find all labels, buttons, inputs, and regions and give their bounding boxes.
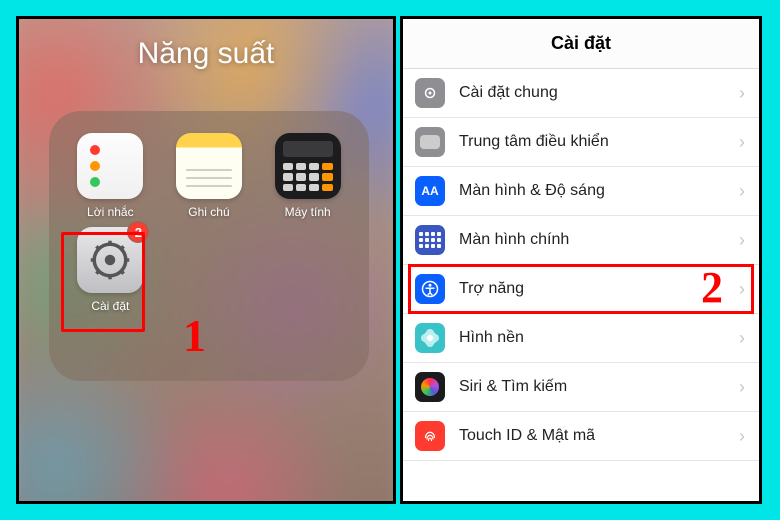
- chevron-right-icon: ›: [739, 377, 745, 398]
- chevron-right-icon: ›: [739, 328, 745, 349]
- settings-row-wallpaper[interactable]: Hình nền ›: [403, 314, 759, 363]
- chevron-right-icon: ›: [739, 279, 745, 300]
- settings-row-control-center[interactable]: Trung tâm điều khiển ›: [403, 118, 759, 167]
- folder-title: Năng suất: [19, 37, 393, 71]
- display-brightness-icon: AA: [415, 176, 445, 206]
- row-label: Trung tâm điều khiển: [459, 133, 739, 151]
- chevron-right-icon: ›: [739, 230, 745, 251]
- annotation-number-1: 1: [183, 309, 206, 362]
- homescreen-folder-panel: Năng suất Lời nhắc Ghi chú Máy: [16, 16, 396, 504]
- chevron-right-icon: ›: [739, 426, 745, 447]
- row-label: Siri & Tìm kiếm: [459, 378, 739, 396]
- touch-id-icon: [415, 421, 445, 451]
- wallpaper-icon: [415, 323, 445, 353]
- chevron-right-icon: ›: [739, 181, 745, 202]
- app-calculator[interactable]: Máy tính: [275, 133, 341, 219]
- home-screen-icon: [415, 225, 445, 255]
- settings-row-home-screen[interactable]: Màn hình chính ›: [403, 216, 759, 265]
- row-label: Hình nền: [459, 329, 739, 347]
- row-label: Cài đặt chung: [459, 84, 739, 102]
- annotation-number-2: 2: [701, 262, 723, 313]
- app-notes[interactable]: Ghi chú: [176, 133, 242, 219]
- siri-icon: [415, 372, 445, 402]
- settings-header: Cài đặt: [403, 19, 759, 69]
- chevron-right-icon: ›: [739, 132, 745, 153]
- accessibility-icon: [415, 274, 445, 304]
- row-label: Màn hình chính: [459, 231, 739, 249]
- folder-container: Lời nhắc Ghi chú Máy tính 2: [49, 111, 369, 381]
- settings-row-touch-id[interactable]: Touch ID & Mật mã ›: [403, 412, 759, 461]
- app-label: Lời nhắc: [87, 205, 134, 219]
- settings-row-siri[interactable]: Siri & Tìm kiếm ›: [403, 363, 759, 412]
- app-label: Ghi chú: [188, 205, 229, 219]
- notification-badge: 2: [127, 221, 149, 243]
- notes-icon: [176, 133, 242, 199]
- app-label: Máy tính: [285, 205, 331, 219]
- calculator-icon: [275, 133, 341, 199]
- settings-icon: 2: [77, 227, 143, 293]
- control-center-icon: [415, 127, 445, 157]
- gear-icon: [415, 78, 445, 108]
- row-label: Màn hình & Độ sáng: [459, 182, 739, 200]
- settings-row-display[interactable]: AA Màn hình & Độ sáng ›: [403, 167, 759, 216]
- app-reminders[interactable]: Lời nhắc: [77, 133, 143, 219]
- chevron-right-icon: ›: [739, 83, 745, 104]
- row-label: Touch ID & Mật mã: [459, 427, 739, 445]
- reminders-icon: [77, 133, 143, 199]
- row-label: Trợ năng: [459, 280, 739, 298]
- settings-row-general[interactable]: Cài đặt chung ›: [403, 69, 759, 118]
- settings-panel: Cài đặt Cài đặt chung › Trung tâm điều k…: [400, 16, 762, 504]
- app-label: Cài đặt: [91, 299, 129, 313]
- app-settings[interactable]: 2 Cài đặt: [77, 227, 143, 313]
